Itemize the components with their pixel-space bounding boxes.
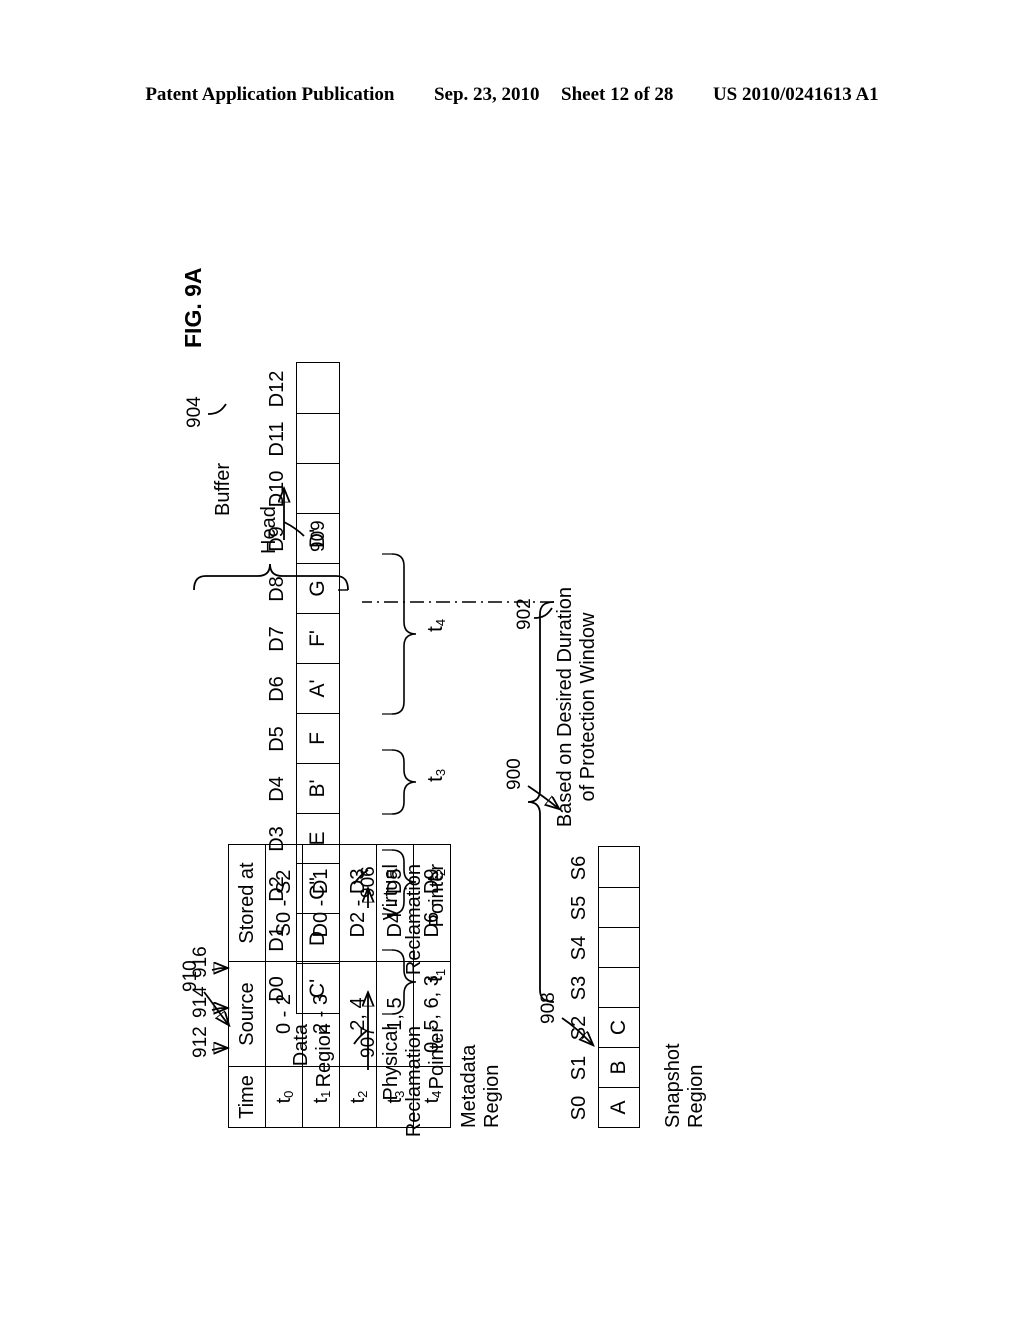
data-cell: E: [297, 813, 339, 863]
protection-window-label: Based on Desired Duration of Protection …: [554, 586, 599, 828]
time-bracket-label-t4: t4: [424, 618, 448, 632]
reference-numeral-904: 904: [184, 396, 205, 428]
data-cell: [297, 413, 339, 463]
snapshot-cell: [599, 967, 639, 1007]
column-header-stored-at: Stored at: [228, 844, 266, 962]
snapshot-slot-label: S5: [568, 895, 590, 921]
time-bracket-t4: [391, 553, 417, 715]
data-cell: C': [297, 963, 339, 1013]
snapshot-slot-label: S1: [568, 1055, 590, 1081]
snapshot-slot-label: S0: [568, 1095, 590, 1121]
snapshot-cell: [599, 887, 639, 927]
data-slot-label: D1: [266, 926, 288, 952]
header-publication: Patent Application Publication: [145, 84, 395, 105]
time-bracket-label-t1: t1: [424, 968, 448, 982]
reference-numeral-902: 902: [514, 598, 535, 630]
header-date: Sep. 23, 2010: [433, 84, 540, 105]
snapshot-slot-labels: S0 S1 S2 S3 S4 S5 S6: [568, 848, 591, 1128]
protection-window-brace: [527, 601, 555, 1003]
data-slot-label: D3: [266, 826, 288, 852]
cell-stored-at: D2 - D3: [339, 844, 377, 962]
time-bracket-label-t3: t3: [424, 768, 448, 782]
reference-numeral-916: 916: [190, 946, 211, 978]
data-cell: G: [297, 563, 339, 613]
figure-caption: FIG. 9A: [180, 267, 206, 348]
reference-numeral-912: 912: [190, 1026, 211, 1058]
virtual-reclamation-pointer-label: Virtual Reclamation Pointer: [380, 864, 448, 976]
snapshot-slot-label: S2: [568, 1015, 590, 1041]
leader-902: [533, 607, 553, 619]
figure-drawing: FIG. 9A Time Source Stored at t0 0 - 2 S…: [162, 250, 862, 1190]
data-slot-label: D0: [266, 976, 288, 1002]
column-header-source: Source: [228, 961, 266, 1067]
cell-time: t2: [339, 1066, 377, 1128]
metadata-region-label: Metadata Region: [458, 1044, 503, 1128]
data-slot-label: D7: [266, 626, 288, 652]
reference-numeral-900: 900: [504, 758, 525, 790]
snapshot-region-label: Snapshot Region: [662, 1043, 707, 1128]
buffer-label: Buffer: [212, 463, 234, 516]
data-slot-label: D4: [266, 776, 288, 802]
snapshot-cell: [599, 847, 639, 887]
leader-904: [207, 403, 227, 415]
data-strip: D0 D1 D2 D3 D4 D5 D6 D7 D8 D9 D10 D11 D1…: [266, 362, 340, 1014]
snapshot-cell: [599, 927, 639, 967]
table-header-row: Time Source Stored at: [228, 844, 266, 1128]
data-slot-label: D11: [266, 421, 288, 457]
data-slot-label: D8: [266, 576, 288, 602]
data-slot-label: D6: [266, 676, 288, 702]
header-patent-number: US 2010/0241613 A1: [712, 84, 879, 105]
time-bracket-t3: [391, 749, 417, 815]
snapshot-slot-label: S3: [568, 975, 590, 1001]
snapshot-cell: C: [599, 1007, 639, 1047]
data-cell: F: [297, 713, 339, 763]
data-cell: F': [297, 613, 339, 663]
snapshot-slot-label: S4: [568, 935, 590, 961]
data-cell: B': [297, 763, 339, 813]
data-slot-labels: D0 D1 D2 D3 D4 D5 D6 D7 D8 D9 D10 D11 D1…: [266, 364, 289, 1014]
column-header-time: Time: [228, 1066, 266, 1128]
reference-numeral-907: 907: [358, 1026, 379, 1058]
data-cells: C' D C" E B' F A' F' G D': [296, 362, 340, 1014]
snapshot-cell: A: [599, 1087, 639, 1127]
data-slot-label: D5: [266, 726, 288, 752]
reference-numeral-908: 908: [538, 992, 559, 1024]
leader-912: [211, 1048, 226, 1050]
page-header: Patent Application Publication Sep. 23, …: [0, 84, 1024, 106]
leader-914: [211, 1008, 226, 1010]
data-cell: D: [297, 913, 339, 963]
snapshot-strip: S0 S1 S2 S3 S4 S5 S6 A B C: [568, 846, 640, 1128]
header-sheet: Sheet 12 of 28: [561, 84, 674, 105]
data-slot-label: D2: [266, 876, 288, 902]
reference-numeral-914: 914: [190, 986, 211, 1018]
data-cell: [297, 363, 339, 413]
snapshot-cell: B: [599, 1047, 639, 1087]
data-cell: A': [297, 663, 339, 713]
snapshot-cells: A B C: [598, 846, 640, 1128]
leader-916: [211, 968, 226, 970]
data-slot-label: D12: [266, 370, 288, 408]
head-label: Head: [258, 506, 280, 554]
data-cell: [297, 463, 339, 513]
time-bracket-label-t2: t2: [424, 868, 448, 882]
reference-numeral-909: 909: [308, 520, 329, 552]
data-cell: C": [297, 863, 339, 913]
reference-numeral-906: 906: [358, 866, 379, 898]
data-region-label: Data Region: [290, 1024, 335, 1088]
physical-reclamation-pointer-label: Physical Reclamation Pointer: [380, 1026, 448, 1138]
